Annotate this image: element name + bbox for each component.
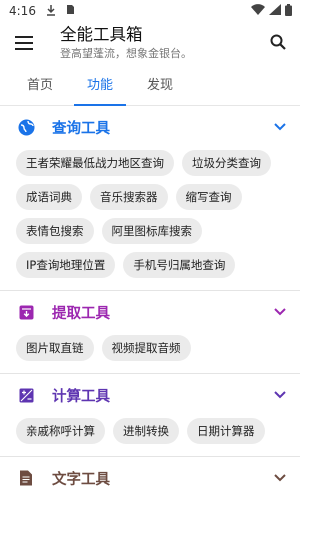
battery-icon xyxy=(285,3,292,19)
feature-list: 查询工具 王者荣耀最低战力地区查询 垃圾分类查询 成语词典 音乐搜索器 缩写查询… xyxy=(0,106,300,533)
section-calc-tools: 计算工具 亲戚称呼计算 进制转换 日期计算器 xyxy=(0,374,300,457)
document-icon xyxy=(17,469,35,487)
section-title: 计算工具 xyxy=(52,388,110,405)
tool-chip[interactable]: 王者荣耀最低战力地区查询 xyxy=(16,150,174,176)
tab-home[interactable]: 首页 xyxy=(10,68,70,105)
section-title: 文字工具 xyxy=(52,471,110,488)
tool-chip[interactable]: 成语词典 xyxy=(16,184,82,210)
app-title: 全能工具箱 xyxy=(60,25,143,44)
status-bar: 4:16 xyxy=(0,0,300,22)
chevron-down-icon[interactable] xyxy=(272,119,288,135)
section-text-tools: 文字工具 xyxy=(0,457,300,513)
status-time: 4:16 xyxy=(9,4,36,18)
section-query-tools: 查询工具 王者荣耀最低战力地区查询 垃圾分类查询 成语词典 音乐搜索器 缩写查询… xyxy=(0,106,300,291)
tool-chip[interactable]: 表情包搜索 xyxy=(16,218,94,244)
tool-chip[interactable]: 图片取直链 xyxy=(16,335,94,361)
section-header[interactable]: 查询工具 xyxy=(0,114,300,140)
app-bar: 全能工具箱 登高望蓬流，想象金银台。 xyxy=(0,22,300,68)
signal-icon xyxy=(269,4,281,18)
chevron-down-icon[interactable] xyxy=(272,387,288,403)
tab-features[interactable]: 功能 xyxy=(70,68,130,106)
wifi-icon xyxy=(251,4,265,18)
tool-chip[interactable]: 音乐搜索器 xyxy=(90,184,168,210)
tab-bar: 首页 功能 发现 xyxy=(0,68,300,106)
hamburger-menu-icon xyxy=(15,35,33,54)
tab-discover[interactable]: 发现 xyxy=(130,68,190,105)
tool-chip[interactable]: 手机号归属地查询 xyxy=(123,252,236,278)
download-icon xyxy=(46,4,56,19)
menu-button[interactable] xyxy=(0,24,48,64)
section-header[interactable]: 文字工具 xyxy=(0,465,300,491)
tool-chip[interactable]: IP查询地理位置 xyxy=(16,252,116,278)
search-button[interactable] xyxy=(256,24,300,64)
section-header[interactable]: 计算工具 xyxy=(0,382,300,408)
tool-chip[interactable]: 视频提取音频 xyxy=(101,335,191,361)
sim-card-icon xyxy=(66,4,75,18)
chevron-down-icon[interactable] xyxy=(272,470,288,486)
section-header[interactable]: 提取工具 xyxy=(0,299,300,325)
archive-download-icon xyxy=(17,303,35,321)
tool-chip[interactable]: 日期计算器 xyxy=(187,418,265,444)
tool-chip[interactable]: 阿里图标库搜索 xyxy=(101,218,202,244)
calculator-icon xyxy=(17,386,35,404)
chevron-down-icon[interactable] xyxy=(272,304,288,320)
tool-chip[interactable]: 垃圾分类查询 xyxy=(182,150,271,176)
tool-chip[interactable]: 进制转换 xyxy=(113,418,179,444)
app-subtitle: 登高望蓬流，想象金银台。 xyxy=(60,47,192,60)
section-extract-tools: 提取工具 图片取直链 视频提取音频 xyxy=(0,291,300,374)
search-icon xyxy=(270,34,286,54)
tool-chip[interactable]: 缩写查询 xyxy=(175,184,242,210)
section-title: 查询工具 xyxy=(52,120,110,137)
globe-icon xyxy=(17,118,35,136)
section-title: 提取工具 xyxy=(52,305,110,322)
tool-chip[interactable]: 亲戚称呼计算 xyxy=(16,418,105,444)
